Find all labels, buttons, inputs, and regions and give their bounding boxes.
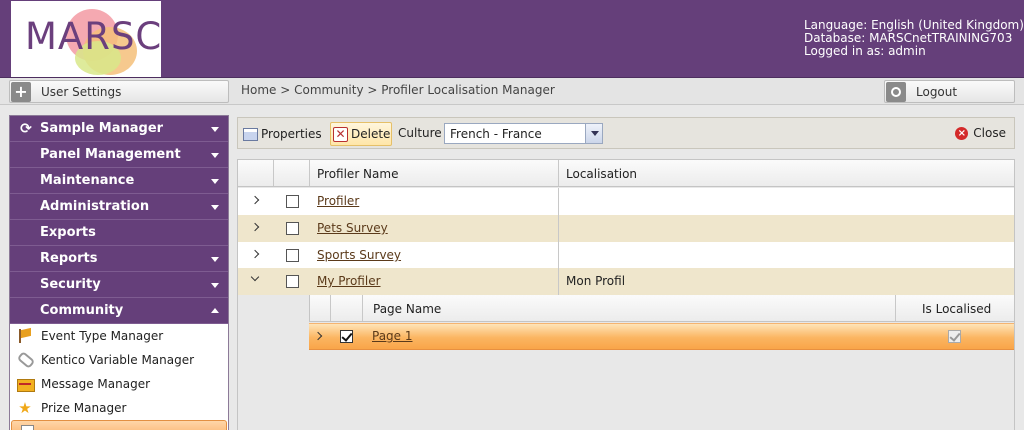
localisation-cell: Mon Profil [566,274,626,288]
column-header-page-name[interactable]: Page Name [373,302,441,316]
column-header-localisation[interactable]: Localisation [566,167,637,181]
delete-icon: ✕ [333,126,348,142]
row-checkbox[interactable] [286,275,299,288]
grid-toolbar: Properties ✕ Delete Culture French - Fra… [237,117,1015,149]
properties-icon [243,127,258,141]
plus-icon: + [11,81,31,102]
sidebar-item-exports[interactable]: Exports [10,220,228,246]
chevron-down-icon [211,127,219,132]
profiler-name-link[interactable]: Sports Survey [317,248,401,262]
star-icon: ★ [18,399,32,417]
expand-icon[interactable] [250,222,260,232]
profiler-name-link[interactable]: Profiler [317,194,359,208]
logout-label: Logout [916,84,958,99]
chevron-down-icon [211,257,219,262]
sidebar-item-administration[interactable]: Administration [10,194,228,220]
logged-in-info: Logged in as: admin [804,44,926,58]
app-header: MARSC Language: English (United Kingdom)… [0,0,1024,78]
column-header-is-localised[interactable]: Is Localised [922,302,991,316]
sidebar-subitem-prize-manager[interactable]: ★ Prize Manager [10,396,228,420]
is-localised-checkbox [948,330,961,343]
sidebar-subitem-kentico-variable-manager[interactable]: Kentico Variable Manager [10,348,228,372]
expand-icon[interactable] [250,249,260,259]
culture-label: Culture [398,126,442,140]
message-icon [16,376,35,392]
expand-icon[interactable] [313,331,323,341]
sidebar-item-reports[interactable]: Reports [10,246,228,272]
column-header-profiler-name[interactable]: Profiler Name [317,167,398,181]
refresh-icon: ⟳ [20,121,32,137]
sidebar-subitem-event-type-manager[interactable]: Event Type Manager [10,324,228,348]
power-icon [886,81,906,102]
sidebar-item-maintenance[interactable]: Maintenance [10,168,228,194]
table-row[interactable]: My Profiler Mon Profil [238,268,1014,295]
page-detail-grid: Page Name Is Localised Page 1 [238,295,1014,430]
flag-icon [16,328,34,344]
detail-grid-header: Page Name Is Localised [309,295,1014,322]
close-icon: × [955,126,969,140]
document-icon [18,424,36,430]
marsc-logo: MARSC [11,1,161,77]
properties-button[interactable]: Properties [243,122,322,146]
paperclip-icon [16,352,34,368]
chevron-down-icon [211,283,219,288]
sidebar-item-security[interactable]: Security [10,272,228,298]
breadcrumb: Home > Community > Profiler Localisation… [241,83,555,97]
culture-select[interactable]: French - France [444,123,603,144]
table-row[interactable]: Pets Survey [238,215,1014,242]
user-settings-button[interactable]: + User Settings [9,80,229,103]
chevron-down-icon [211,205,219,210]
row-checkbox[interactable] [286,195,299,208]
page-name-link[interactable]: Page 1 [372,329,413,343]
table-row[interactable]: Profiler [238,188,1014,215]
sidebar-item-sample-manager[interactable]: ⟳ Sample Manager [10,116,228,142]
top-bar: + User Settings Home > Community > Profi… [0,78,1024,105]
row-checkbox[interactable] [286,222,299,235]
sidebar: ⟳ Sample Manager Panel Management Mainte… [9,115,229,430]
table-row[interactable]: Sports Survey [238,242,1014,269]
chevron-up-icon [211,308,219,313]
logout-button[interactable]: Logout [884,80,1015,103]
row-checkbox-checked[interactable] [340,330,353,343]
grid-header: Profiler Name Localisation [238,160,1014,187]
delete-button[interactable]: ✕ Delete [330,122,392,146]
session-info: Language: English (United Kingdom) Datab… [804,19,1024,58]
close-button[interactable]: × Close [955,126,1006,140]
chevron-down-icon [211,179,219,184]
collapse-icon[interactable] [250,272,260,282]
profiler-name-link[interactable]: My Profiler [317,274,381,288]
sidebar-subitem-active[interactable] [11,420,227,430]
sidebar-subitem-message-manager[interactable]: Message Manager [10,372,228,396]
profiler-grid: Profiler Name Localisation Profiler Pets… [237,159,1015,430]
table-row-selected[interactable]: Page 1 [309,323,1014,350]
row-checkbox[interactable] [286,249,299,262]
profiler-name-link[interactable]: Pets Survey [317,221,388,235]
sidebar-item-panel-management[interactable]: Panel Management [10,142,228,168]
culture-value: French - France [450,126,542,141]
chevron-down-icon [211,153,219,158]
chevron-down-icon[interactable] [585,124,602,143]
sidebar-item-community[interactable]: Community [10,298,228,324]
user-settings-label: User Settings [41,84,122,99]
expand-icon[interactable] [250,195,260,205]
